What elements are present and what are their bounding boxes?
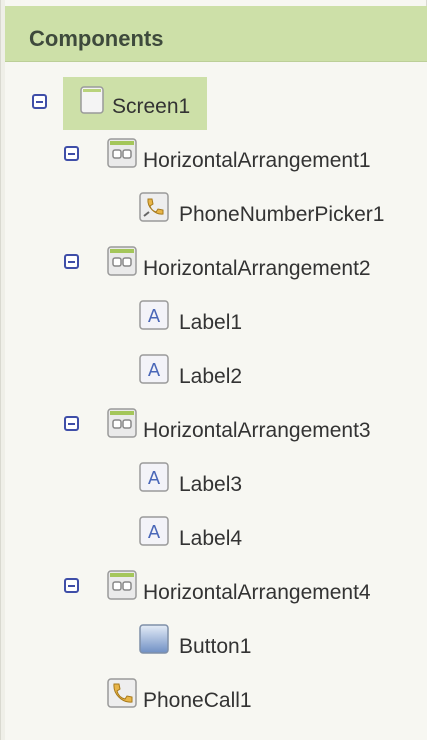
tree-node-horizontalarrangement2[interactable]: HorizontalArrangement2 <box>105 242 415 282</box>
tree-node-horizontalarrangement1[interactable]: HorizontalArrangement1 <box>105 134 415 174</box>
collapse-toggle-horizontalarrangement2[interactable] <box>64 254 79 269</box>
components-panel: Components Screen1 HorizontalArrangement… <box>0 0 427 740</box>
label-icon: A <box>139 300 169 330</box>
tree-node-label2[interactable]: A Label2 <box>137 350 337 390</box>
tree-node-label1[interactable]: A Label1 <box>137 296 337 336</box>
tree-node-label: PhoneCall1 <box>143 689 252 712</box>
tree-node-button1[interactable]: Button1 <box>137 620 337 660</box>
phone-call-icon <box>107 678 137 708</box>
tree-node-label4[interactable]: A Label4 <box>137 512 337 552</box>
horizontal-arrangement-icon <box>107 138 137 168</box>
horizontal-arrangement-icon <box>107 246 137 276</box>
collapse-toggle-horizontalarrangement4[interactable] <box>64 578 79 593</box>
svg-text:A: A <box>148 522 161 543</box>
tree-node-horizontalarrangement4[interactable]: HorizontalArrangement4 <box>105 566 415 606</box>
panel-title: Components <box>29 26 164 51</box>
svg-text:A: A <box>148 306 161 327</box>
tree-node-label: HorizontalArrangement1 <box>143 149 371 172</box>
horizontal-arrangement-icon <box>107 408 137 438</box>
tree-node-label: Label4 <box>179 527 243 550</box>
collapse-toggle-horizontalarrangement3[interactable] <box>64 416 79 431</box>
label-icon: A <box>139 516 169 546</box>
button-icon <box>139 624 169 654</box>
tree-node-label: HorizontalArrangement4 <box>143 581 371 604</box>
phone-number-picker-icon <box>139 192 169 222</box>
panel-header: Components <box>5 6 427 62</box>
svg-text:A: A <box>148 468 161 489</box>
collapse-toggle-horizontalarrangement1[interactable] <box>64 146 79 161</box>
tree-node-label: HorizontalArrangement3 <box>143 419 371 442</box>
tree-node-phonenumberpicker1[interactable]: PhoneNumberPicker1 <box>137 188 417 228</box>
screen-icon <box>80 86 104 114</box>
tree-node-label: Label1 <box>179 311 243 334</box>
svg-text:A: A <box>148 360 161 381</box>
tree-node-screen1[interactable]: Screen1 <box>63 77 207 130</box>
tree-node-label: Label3 <box>179 473 243 496</box>
component-tree: Screen1 HorizontalArrangement1 PhoneNumb… <box>5 62 427 740</box>
tree-node-label: Label2 <box>179 365 243 388</box>
label-icon: A <box>139 354 169 384</box>
tree-node-label: Screen1 <box>112 95 191 118</box>
tree-node-horizontalarrangement3[interactable]: HorizontalArrangement3 <box>105 404 415 444</box>
label-icon: A <box>139 462 169 492</box>
tree-node-label: HorizontalArrangement2 <box>143 257 371 280</box>
tree-node-phonecall1[interactable]: PhoneCall1 <box>105 674 325 714</box>
tree-node-label: PhoneNumberPicker1 <box>179 203 385 226</box>
collapse-toggle-screen1[interactable] <box>32 94 47 109</box>
horizontal-arrangement-icon <box>107 570 137 600</box>
tree-node-label: Button1 <box>179 635 252 658</box>
tree-node-label3[interactable]: A Label3 <box>137 458 337 498</box>
